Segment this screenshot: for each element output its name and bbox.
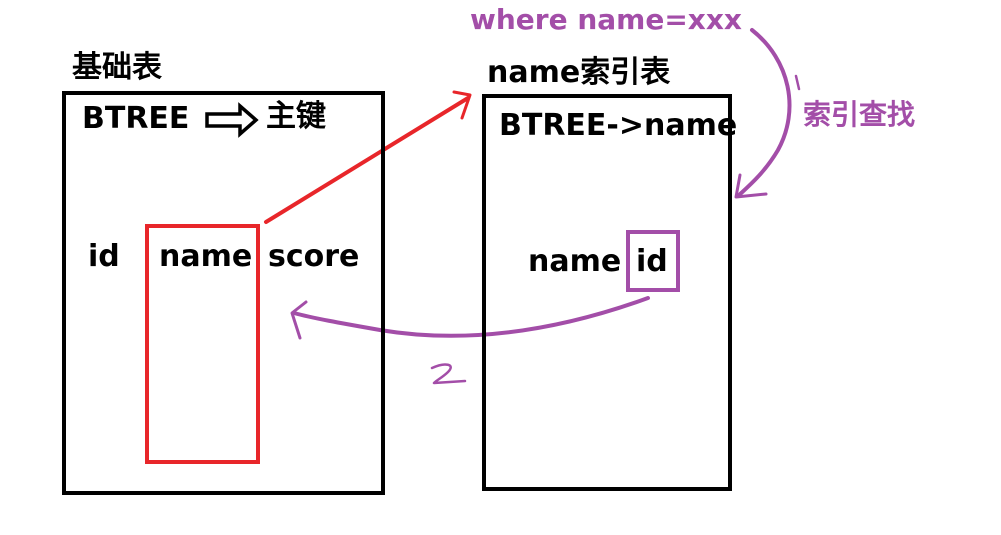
base-table-box bbox=[62, 91, 385, 495]
step-1-mark bbox=[794, 74, 801, 91]
base-table-btree: BTREE bbox=[82, 101, 190, 136]
diagram-canvas: 基础表 BTREE 主键 id name score name索引表 BTREE… bbox=[0, 0, 1001, 535]
column-id: id bbox=[88, 239, 120, 274]
query-text: where name=xxx bbox=[470, 3, 742, 36]
index-table-title: name索引表 bbox=[487, 55, 671, 90]
index-table-box bbox=[482, 94, 732, 491]
base-table-title: 基础表 bbox=[72, 50, 162, 85]
index-table-btree: BTREE->name bbox=[499, 108, 738, 143]
index-lookup-label: 索引查找 bbox=[803, 98, 916, 131]
column-score: score bbox=[268, 239, 360, 274]
purple-arrow-lookup bbox=[736, 28, 792, 198]
primary-key-label: 主键 bbox=[266, 99, 326, 134]
index-column-id: id bbox=[636, 244, 668, 279]
index-column-name: name bbox=[528, 244, 622, 279]
column-name: name bbox=[159, 239, 253, 274]
step-2-mark bbox=[430, 363, 467, 385]
